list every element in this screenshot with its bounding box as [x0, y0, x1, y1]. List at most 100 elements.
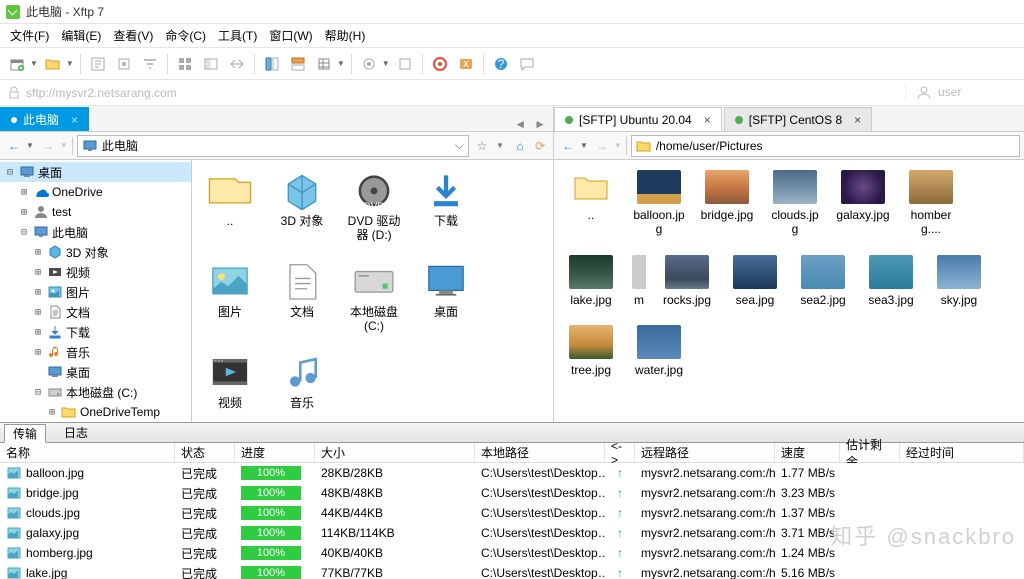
right-address[interactable]: [631, 135, 1020, 157]
column-header[interactable]: 速度: [775, 443, 840, 462]
toggle-icon[interactable]: ⊞: [32, 287, 44, 298]
toggle-icon[interactable]: ⊞: [18, 187, 30, 198]
menu-item[interactable]: 帮助(H): [325, 27, 366, 44]
file-item[interactable]: sea.jpg: [728, 255, 782, 307]
toolbar-btn[interactable]: [313, 53, 335, 75]
chevron-down-icon[interactable]: ⌵: [455, 138, 464, 153]
file-item[interactable]: 下载: [418, 170, 474, 243]
home-icon[interactable]: ⌂: [511, 137, 529, 155]
toggle-icon[interactable]: ⊟: [18, 227, 30, 238]
toolbar-btn[interactable]: [174, 53, 196, 75]
transfer-row[interactable]: homberg.jpg已完成100%40KB/40KBC:\Users\test…: [0, 543, 1024, 563]
tree-node[interactable]: ⊟本地磁盘 (C:): [0, 382, 191, 402]
toggle-icon[interactable]: ⊞: [32, 307, 44, 318]
transfer-row[interactable]: bridge.jpg已完成100%48KB/48KBC:\Users\test\…: [0, 483, 1024, 503]
dropdown-icon[interactable]: ▼: [382, 59, 390, 68]
tree-node[interactable]: ⊟此电脑: [0, 222, 191, 242]
column-header[interactable]: <->: [605, 443, 635, 462]
toolbar-btn[interactable]: [287, 53, 309, 75]
tree-node[interactable]: ⊞test: [0, 202, 191, 222]
toggle-icon[interactable]: ⊞: [32, 327, 44, 338]
tab-remote[interactable]: [SFTP] CentOS 8×: [724, 107, 872, 131]
dropdown-icon[interactable]: ▼: [337, 59, 345, 68]
file-item[interactable]: ..: [564, 170, 618, 237]
transfer-row[interactable]: clouds.jpg已完成100%44KB/44KBC:\Users\test\…: [0, 503, 1024, 523]
tree-node[interactable]: ⊞3D 对象: [0, 242, 191, 262]
tree-node[interactable]: ⊞下载: [0, 322, 191, 342]
menu-item[interactable]: 查看(V): [113, 27, 153, 44]
xshell-button[interactable]: x: [455, 53, 477, 75]
toggle-icon[interactable]: ⊟: [32, 387, 44, 398]
transfer-row[interactable]: galaxy.jpg已完成100%114KB/114KBC:\Users\tes…: [0, 523, 1024, 543]
bottom-tab[interactable]: 传输: [4, 424, 46, 443]
toggle-icon[interactable]: ⊞: [32, 247, 44, 258]
forward-button[interactable]: →: [38, 136, 58, 156]
transfer-row[interactable]: lake.jpg已完成100%77KB/77KBC:\Users\test\De…: [0, 563, 1024, 579]
column-header[interactable]: 经过时间: [900, 443, 1024, 462]
refresh-icon[interactable]: ⟳: [531, 137, 549, 155]
tree-node[interactable]: ⊞音乐: [0, 342, 191, 362]
toggle-icon[interactable]: ⊞: [46, 407, 58, 418]
tree-node[interactable]: ⊟桌面: [0, 162, 191, 182]
address-input[interactable]: [102, 139, 451, 153]
close-icon[interactable]: ×: [71, 113, 78, 127]
column-header[interactable]: 远程路径: [635, 443, 775, 462]
file-item[interactable]: clouds.jpg: [768, 170, 822, 237]
transfer-row[interactable]: balloon.jpg已完成100%28KB/28KBC:\Users\test…: [0, 463, 1024, 483]
file-item[interactable]: 图片: [202, 261, 258, 334]
file-item[interactable]: balloon.jpg: [632, 170, 686, 237]
next-tab-icon[interactable]: ►: [531, 117, 549, 131]
tab-remote[interactable]: [SFTP] Ubuntu 20.04×: [554, 107, 722, 131]
menu-item[interactable]: 工具(T): [218, 27, 257, 44]
file-item[interactable]: 视频: [202, 352, 258, 410]
file-item[interactable]: bridge.jpg: [700, 170, 754, 237]
file-item[interactable]: m: [632, 255, 646, 307]
help-button[interactable]: ?: [490, 53, 512, 75]
toolbar-btn[interactable]: [358, 53, 380, 75]
toggle-icon[interactable]: ⊞: [18, 207, 30, 218]
folder-tree[interactable]: ⊟桌面⊞OneDrive⊞test⊟此电脑⊞3D 对象⊞视频⊞图片⊞文档⊞下载⊞…: [0, 160, 192, 422]
tree-node[interactable]: 桌面: [0, 362, 191, 382]
menu-item[interactable]: 编辑(E): [61, 27, 101, 44]
tab-local[interactable]: 此电脑 ×: [0, 107, 89, 131]
back-button[interactable]: ←: [558, 136, 578, 156]
remote-file-grid[interactable]: .. balloon.jpg bridge.jpg clouds.jpg galaxy.…: [554, 160, 1024, 422]
file-item[interactable]: 音乐: [274, 352, 330, 410]
star-icon[interactable]: ☆: [473, 137, 491, 155]
tree-node[interactable]: ⊞OneDrive: [0, 182, 191, 202]
file-item[interactable]: sea2.jpg: [796, 255, 850, 307]
file-item[interactable]: 文档: [274, 261, 330, 334]
file-item[interactable]: 3D 对象: [274, 170, 330, 243]
address-input[interactable]: [656, 139, 1015, 153]
file-item[interactable]: homberg....: [904, 170, 958, 237]
dropdown-icon[interactable]: ▼: [30, 59, 38, 68]
file-item[interactable]: galaxy.jpg: [836, 170, 890, 237]
menu-item[interactable]: 文件(F): [10, 27, 49, 44]
toolbar-btn[interactable]: [113, 53, 135, 75]
toolbar-btn[interactable]: [87, 53, 109, 75]
back-button[interactable]: ←: [4, 136, 24, 156]
menu-item[interactable]: 命令(C): [165, 27, 206, 44]
toolbar-btn[interactable]: [394, 53, 416, 75]
column-header[interactable]: 大小: [315, 443, 475, 462]
file-item[interactable]: rocks.jpg: [660, 255, 714, 307]
toggle-icon[interactable]: ⊟: [4, 167, 16, 178]
bottom-tab[interactable]: 日志: [56, 424, 96, 441]
left-address[interactable]: ⌵: [77, 135, 469, 157]
file-item[interactable]: DVDDVD 驱动器 (D:): [346, 170, 402, 243]
toggle-icon[interactable]: ⊞: [32, 267, 44, 278]
file-item[interactable]: ..: [202, 170, 258, 243]
column-header[interactable]: 状态: [175, 443, 235, 462]
address-input[interactable]: sftp://mysvr2.netsarang.com: [26, 86, 901, 100]
close-icon[interactable]: ×: [704, 113, 711, 127]
open-button[interactable]: [42, 53, 64, 75]
file-item[interactable]: water.jpg: [632, 325, 686, 377]
file-item[interactable]: tree.jpg: [564, 325, 618, 377]
toolbar-btn[interactable]: [139, 53, 161, 75]
dropdown-icon[interactable]: ▼: [66, 59, 74, 68]
toggle-icon[interactable]: ⊞: [32, 347, 44, 358]
toolbar-btn[interactable]: [261, 53, 283, 75]
toolbar-btn[interactable]: [226, 53, 248, 75]
file-item[interactable]: sea3.jpg: [864, 255, 918, 307]
local-file-grid[interactable]: ..3D 对象DVDDVD 驱动器 (D:)下载图片文档本地磁盘 (C:)桌面视…: [192, 160, 553, 422]
